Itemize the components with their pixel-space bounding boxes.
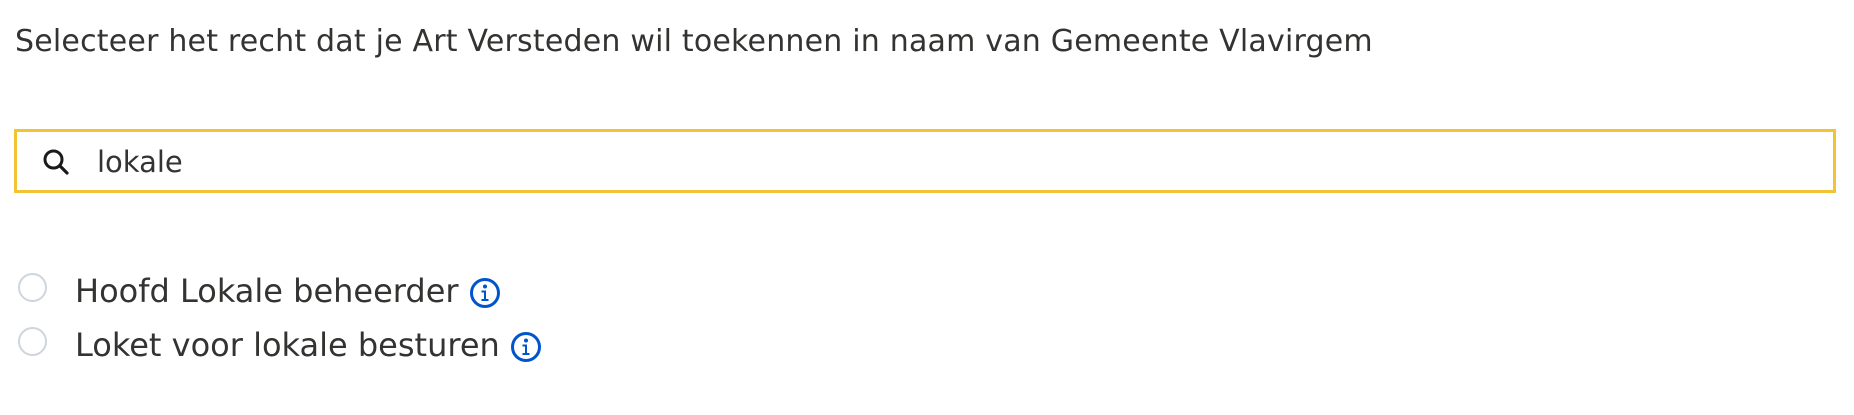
option-label: Loket voor lokale besturen — [75, 326, 500, 364]
rights-radio-list: Hoofd Lokale beheerder Loket voor lokale… — [18, 264, 542, 372]
search-icon — [43, 149, 69, 175]
option-loket-voor-lokale-besturen[interactable]: Loket voor lokale besturen — [18, 318, 542, 372]
option-hoofd-lokale-beheerder[interactable]: Hoofd Lokale beheerder — [18, 264, 542, 318]
info-icon[interactable] — [510, 331, 542, 363]
intro-text: Selecteer het recht dat je Art Versteden… — [15, 24, 1373, 59]
info-icon[interactable] — [469, 277, 501, 309]
option-label: Hoofd Lokale beheerder — [75, 272, 459, 310]
search-field[interactable] — [14, 129, 1836, 193]
radio-button[interactable] — [18, 326, 47, 356]
search-input[interactable] — [97, 138, 1797, 186]
radio-button[interactable] — [18, 272, 47, 302]
